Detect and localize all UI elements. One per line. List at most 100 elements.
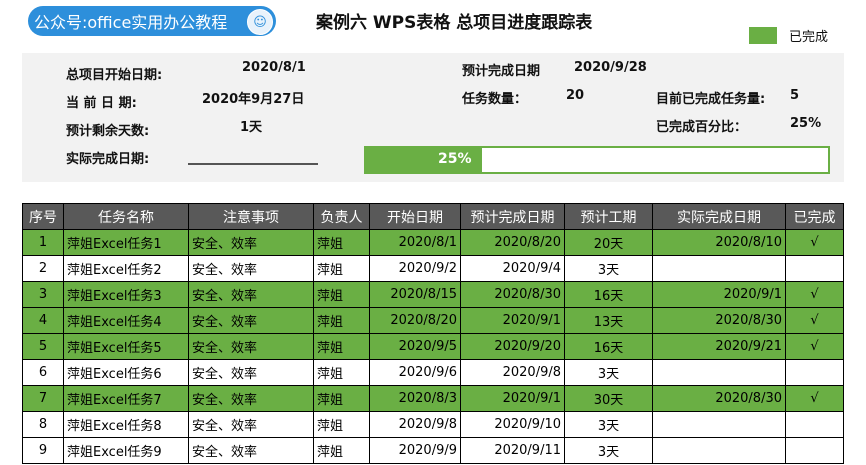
- cell-no[interactable]: 1: [22, 229, 64, 256]
- cell-plan[interactable]: 2020/9/4: [460, 255, 565, 282]
- cell-done[interactable]: [785, 255, 844, 282]
- cell-no[interactable]: 6: [22, 359, 64, 386]
- cell-name[interactable]: 萍姐Excel任务7: [63, 385, 189, 412]
- cell-no[interactable]: 8: [22, 411, 64, 438]
- cell-note[interactable]: 安全、效率: [188, 437, 314, 464]
- cell-dur[interactable]: 16天: [564, 333, 653, 360]
- cell-name[interactable]: 萍姐Excel任务6: [63, 359, 189, 386]
- cell-actual[interactable]: [652, 437, 786, 464]
- cell-plan[interactable]: 2020/9/10: [460, 411, 565, 438]
- done-count-value[interactable]: 5: [790, 88, 799, 103]
- cell-done[interactable]: √: [785, 281, 844, 308]
- cell-note[interactable]: 安全、效率: [188, 359, 314, 386]
- cell-no[interactable]: 2: [22, 255, 64, 282]
- cell-name[interactable]: 萍姐Excel任务1: [63, 229, 189, 256]
- col-header[interactable]: 负责人: [313, 203, 370, 230]
- cell-no[interactable]: 4: [22, 307, 64, 334]
- col-header[interactable]: 预计完成日期: [460, 203, 565, 230]
- cell-note[interactable]: 安全、效率: [188, 281, 314, 308]
- cell-owner[interactable]: 萍姐: [313, 437, 370, 464]
- col-header[interactable]: 任务名称: [63, 203, 189, 230]
- cell-note[interactable]: 安全、效率: [188, 333, 314, 360]
- cell-start[interactable]: 2020/9/8: [369, 411, 461, 438]
- cell-no[interactable]: 5: [22, 333, 64, 360]
- cell-actual[interactable]: 2020/9/1: [652, 281, 786, 308]
- cell-start[interactable]: 2020/9/9: [369, 437, 461, 464]
- col-header[interactable]: 开始日期: [369, 203, 461, 230]
- cell-actual[interactable]: 2020/9/21: [652, 333, 786, 360]
- cell-start[interactable]: 2020/8/1: [369, 229, 461, 256]
- cell-dur[interactable]: 20天: [564, 229, 653, 256]
- today-value[interactable]: 2020年9月27日: [202, 88, 304, 107]
- cell-dur[interactable]: 16天: [564, 281, 653, 308]
- actual-date-underline[interactable]: [188, 163, 318, 165]
- cell-plan[interactable]: 2020/9/11: [460, 437, 565, 464]
- cell-name[interactable]: 萍姐Excel任务5: [63, 333, 189, 360]
- task-count-value[interactable]: 20: [566, 88, 584, 103]
- cell-done[interactable]: √: [785, 333, 844, 360]
- cell-note[interactable]: 安全、效率: [188, 385, 314, 412]
- cell-start[interactable]: 2020/9/5: [369, 333, 461, 360]
- task-count-label: 任务数量：: [462, 92, 528, 107]
- cell-actual[interactable]: [652, 255, 786, 282]
- cell-owner[interactable]: 萍姐: [313, 385, 370, 412]
- cell-done[interactable]: [785, 359, 844, 386]
- cell-no[interactable]: 9: [22, 437, 64, 464]
- cell-dur[interactable]: 3天: [564, 359, 653, 386]
- cell-owner[interactable]: 萍姐: [313, 333, 370, 360]
- cell-note[interactable]: 安全、效率: [188, 255, 314, 282]
- cell-dur[interactable]: 3天: [564, 411, 653, 438]
- cell-plan[interactable]: 2020/8/20: [460, 229, 565, 256]
- cell-owner[interactable]: 萍姐: [313, 255, 370, 282]
- cell-done[interactable]: √: [785, 307, 844, 334]
- cell-name[interactable]: 萍姐Excel任务4: [63, 307, 189, 334]
- cell-actual[interactable]: 2020/8/30: [652, 307, 786, 334]
- cell-owner[interactable]: 萍姐: [313, 411, 370, 438]
- cell-start[interactable]: 2020/9/6: [369, 359, 461, 386]
- start-date-value[interactable]: 2020/8/1: [242, 60, 306, 75]
- cell-dur[interactable]: 3天: [564, 437, 653, 464]
- cell-dur[interactable]: 30天: [564, 385, 653, 412]
- col-header[interactable]: 已完成: [785, 203, 844, 230]
- cell-name[interactable]: 萍姐Excel任务3: [63, 281, 189, 308]
- cell-plan[interactable]: 2020/9/20: [460, 333, 565, 360]
- cell-done[interactable]: [785, 437, 844, 464]
- col-header[interactable]: 实际完成日期: [652, 203, 786, 230]
- cell-name[interactable]: 萍姐Excel任务2: [63, 255, 189, 282]
- remaining-days-label: 预计剩余天数:: [66, 124, 150, 139]
- cell-done[interactable]: [785, 411, 844, 438]
- cell-dur[interactable]: 13天: [564, 307, 653, 334]
- cell-owner[interactable]: 萍姐: [313, 281, 370, 308]
- cell-actual[interactable]: [652, 359, 786, 386]
- cell-start[interactable]: 2020/8/20: [369, 307, 461, 334]
- cell-name[interactable]: 萍姐Excel任务8: [63, 411, 189, 438]
- cell-start[interactable]: 2020/8/3: [369, 385, 461, 412]
- cell-note[interactable]: 安全、效率: [188, 411, 314, 438]
- cell-actual[interactable]: [652, 411, 786, 438]
- col-header[interactable]: 序号: [22, 203, 64, 230]
- cell-plan[interactable]: 2020/9/1: [460, 385, 565, 412]
- cell-owner[interactable]: 萍姐: [313, 359, 370, 386]
- cell-done[interactable]: √: [785, 385, 844, 412]
- cell-actual[interactable]: 2020/8/30: [652, 385, 786, 412]
- cell-plan[interactable]: 2020/8/30: [460, 281, 565, 308]
- cell-done[interactable]: √: [785, 229, 844, 256]
- cell-no[interactable]: 7: [22, 385, 64, 412]
- planned-date-value[interactable]: 2020/9/28: [574, 60, 647, 75]
- cell-start[interactable]: 2020/8/15: [369, 281, 461, 308]
- percent-value[interactable]: 25%: [790, 116, 821, 131]
- cell-owner[interactable]: 萍姐: [313, 229, 370, 256]
- cell-plan[interactable]: 2020/9/1: [460, 307, 565, 334]
- cell-note[interactable]: 安全、效率: [188, 229, 314, 256]
- cell-note[interactable]: 安全、效率: [188, 307, 314, 334]
- cell-owner[interactable]: 萍姐: [313, 307, 370, 334]
- remaining-days-value[interactable]: 1天: [240, 116, 262, 135]
- cell-actual[interactable]: 2020/8/10: [652, 229, 786, 256]
- col-header[interactable]: 注意事项: [188, 203, 314, 230]
- col-header[interactable]: 预计工期: [564, 203, 653, 230]
- cell-no[interactable]: 3: [22, 281, 64, 308]
- cell-dur[interactable]: 3天: [564, 255, 653, 282]
- cell-name[interactable]: 萍姐Excel任务9: [63, 437, 189, 464]
- cell-start[interactable]: 2020/9/2: [369, 255, 461, 282]
- cell-plan[interactable]: 2020/9/8: [460, 359, 565, 386]
